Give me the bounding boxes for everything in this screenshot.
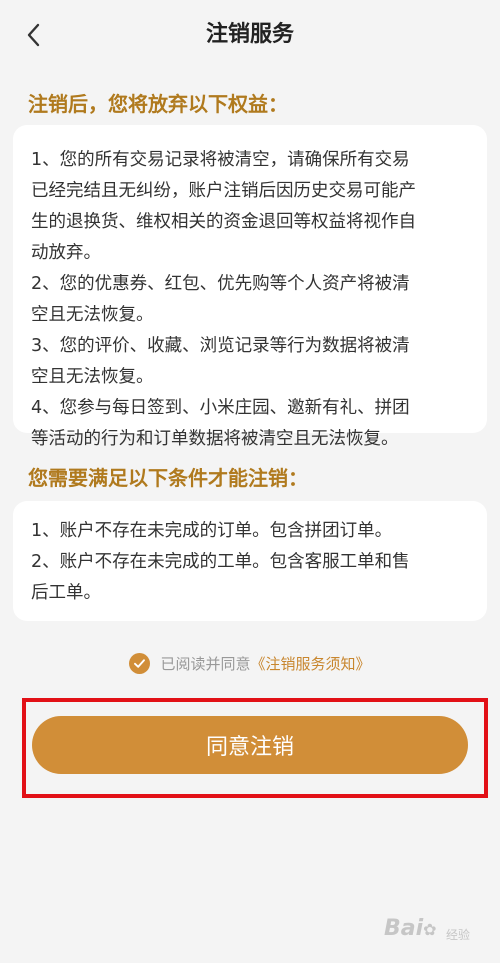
agreement-row: 已阅读并同意 《注销服务须知》 — [0, 648, 500, 678]
section-title-rights: 注销后，您将放弃以下权益： — [28, 92, 288, 116]
confirm-cancel-account-button[interactable]: 同意注销 — [32, 716, 468, 774]
agreement-link[interactable]: 《注销服务须知》 — [251, 653, 371, 674]
rights-line: 4、您参与每日签到、小米庄园、邀新有礼、拼团 — [31, 398, 410, 418]
rights-line: 空且无法恢复。 — [31, 367, 154, 387]
conditions-card: 1、账户不存在未完成的订单。包含拼团订单。 2、账户不存在未完成的工单。包含客服… — [13, 501, 487, 621]
header-bar: 注销服务 — [0, 0, 500, 70]
rights-line: 动放弃。 — [31, 243, 101, 263]
agreement-text: 已阅读并同意 — [160, 654, 251, 673]
rights-line: 生的退换货、维权相关的资金退回等权益将视作自 — [31, 212, 416, 232]
conditions-text: 1、账户不存在未完成的订单。包含拼团订单。 2、账户不存在未完成的工单。包含客服… — [31, 516, 471, 609]
watermark-brand: Bai✿ — [384, 916, 437, 941]
baidu-watermark-logo: Bai✿ 经验 — [384, 908, 494, 952]
rights-card: 1、您的所有交易记录将被清空，请确保所有交易 已经完结且无纠纷，账户注销后因历史… — [13, 125, 487, 449]
rights-line: 3、您的评价、收藏、浏览记录等行为数据将被清 — [31, 336, 410, 356]
check-circle-icon[interactable] — [129, 652, 151, 674]
condition-line: 1、账户不存在未完成的订单。包含拼团订单。 — [31, 521, 393, 541]
rights-line: 已经完结且无纠纷，账户注销后因历史交易可能产 — [31, 181, 416, 201]
rights-line: 等活动的行为和订单数据将被清空且无法恢复。 — [31, 429, 399, 449]
rights-line: 2、您的优惠券、红包、优先购等个人资产将被清 — [31, 274, 410, 294]
condition-line: 2、账户不存在未完成的工单。包含客服工单和售 — [31, 552, 410, 572]
rights-line: 空且无法恢复。 — [31, 305, 154, 325]
rights-text: 1、您的所有交易记录将被清空，请确保所有交易 已经完结且无纠纷，账户注销后因历史… — [31, 145, 471, 455]
watermark-sub: 经验 — [446, 928, 471, 942]
section-title-conditions: 您需要满足以下条件才能注销： — [28, 466, 308, 490]
rights-line: 1、您的所有交易记录将被清空，请确保所有交易 — [31, 150, 410, 170]
condition-line: 后工单。 — [31, 583, 101, 603]
page-title: 注销服务 — [205, 22, 294, 47]
